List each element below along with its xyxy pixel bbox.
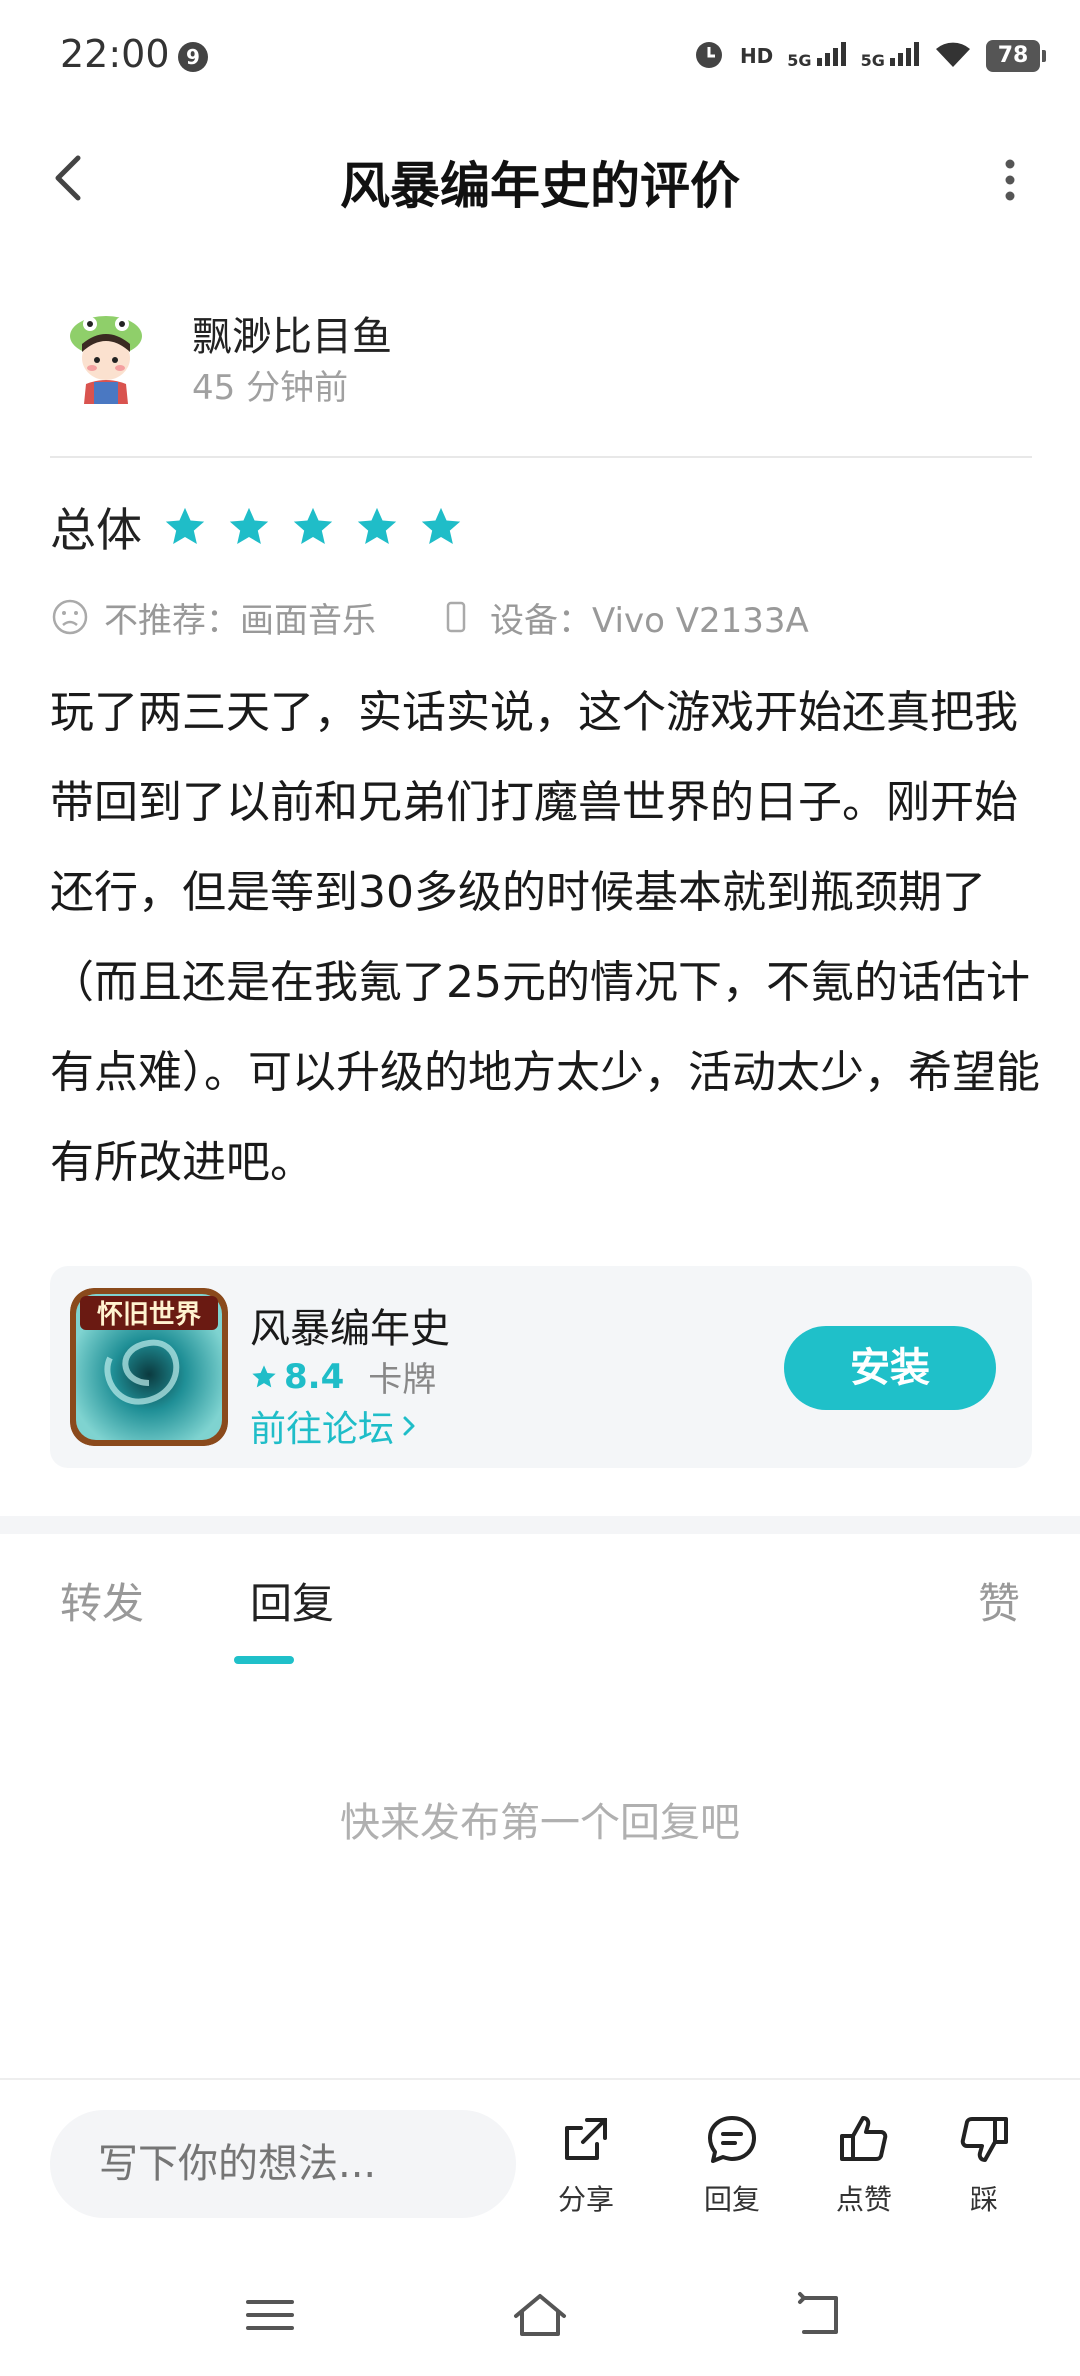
signal-label: 5G [787,51,812,70]
recommend-info: 不推荐：画面音乐 [50,593,376,642]
device-text: 设备：Vivo V2133A [490,600,809,641]
share-button[interactable]: 分享 [536,2110,636,2230]
star-icon [357,507,397,545]
install-button[interactable]: 安装 [784,1326,996,1410]
battery-icon: 78 [986,40,1046,72]
star-icon [165,507,205,545]
signal-icon: 5G [787,42,846,70]
notification-badge: 9 [178,42,208,72]
status-icons: HD 5G 5G 78 [692,36,1046,76]
menu-button[interactable] [240,2290,300,2340]
review-body: 玩了两三天了，实话实说，这个游戏开始还真把我带回到了以前和兄弟们打魔兽世界的日子… [50,687,1040,1188]
comment-icon [708,2116,756,2163]
star-icon [293,507,333,545]
post-time: 45 分钟前 [192,368,349,408]
app-score: 8.4 [284,1356,345,1397]
wifi-icon [934,39,972,73]
back-nav-button[interactable] [790,2290,850,2340]
home-icon [514,2294,566,2336]
rating-stars [162,504,464,550]
meta-row: 不推荐：画面音乐 设备：Vivo V2133A [50,592,869,642]
rating-label: 总体 [50,503,142,557]
page-title: 风暴编年史的评价 [340,157,740,215]
menu-icon [246,2300,294,2330]
phone-icon [446,601,466,633]
empty-replies-hint: 快来发布第一个回复吧 [340,1800,740,1846]
app-card[interactable]: 怀旧世界 风暴编年史 8.4 卡牌 前往论坛 安装 [50,1266,1032,1468]
star-icon [252,1364,276,1387]
tab-forward[interactable]: 转发 [60,1570,144,1631]
forum-link[interactable]: 前往论坛 [250,1400,424,1452]
star-icon [421,507,461,545]
thumbs-up-icon [840,2116,888,2161]
return-icon [798,2292,838,2334]
tab-indicator [234,1656,294,1664]
rating-row: 总体 [50,492,464,562]
share-label: 分享 [557,2183,614,2216]
forum-link-label: 前往论坛 [250,1409,395,1450]
share-icon [565,2118,607,2160]
author-name[interactable]: 飘渺比目鱼 [192,304,392,362]
reply-button[interactable]: 回复 [682,2110,782,2230]
dislike-label: 踩 [969,2183,998,2216]
sad-face-icon [52,599,88,635]
tab-reply[interactable]: 回复 [250,1570,334,1631]
status-time: 22:00 [60,32,170,76]
device-info: 设备：Vivo V2133A [436,593,809,642]
home-button[interactable] [510,2290,570,2340]
more-vertical-icon [1005,159,1015,201]
signal-icon: 5G [861,42,920,70]
avatar[interactable] [50,300,162,412]
review-author: 飘渺比目鱼 45 分钟前 [50,300,1030,430]
app-icon[interactable]: 怀旧世界 [70,1288,228,1446]
section-divider [0,1516,1080,1534]
app-genre: 卡牌 [368,1360,437,1400]
action-bar: 分享 回复 点赞 踩 [0,2078,1080,2248]
comment-input[interactable] [50,2110,516,2218]
alarm-icon [692,37,726,75]
system-nav-bar [0,2250,1080,2376]
app-score-row: 8.4 卡牌 [250,1352,436,1401]
app-name[interactable]: 风暴编年史 [250,1296,450,1354]
signal-label: 5G [860,51,885,70]
header: 风暴编年史的评价 [0,120,1080,240]
more-options-button[interactable] [980,150,1040,210]
star-icon [229,507,269,545]
like-button[interactable]: 点赞 [814,2110,914,2230]
chevron-right-icon [403,1416,415,1436]
divider [50,456,1032,458]
status-bar: 22:00 9 HD 5G 5G 78 [0,0,1080,110]
tabs: 转发 回复 赞 [0,1560,1080,1670]
app-icon-text: 怀旧世界 [97,1300,201,1330]
tab-likes[interactable]: 赞 [978,1570,1020,1631]
recommend-text: 不推荐：画面音乐 [104,600,376,641]
dislike-button[interactable]: 踩 [934,2110,1034,2230]
thumbs-down-icon [960,2117,1008,2162]
reply-label: 回复 [703,2183,760,2216]
hd-label: HD [739,44,774,68]
like-label: 点赞 [835,2183,892,2216]
